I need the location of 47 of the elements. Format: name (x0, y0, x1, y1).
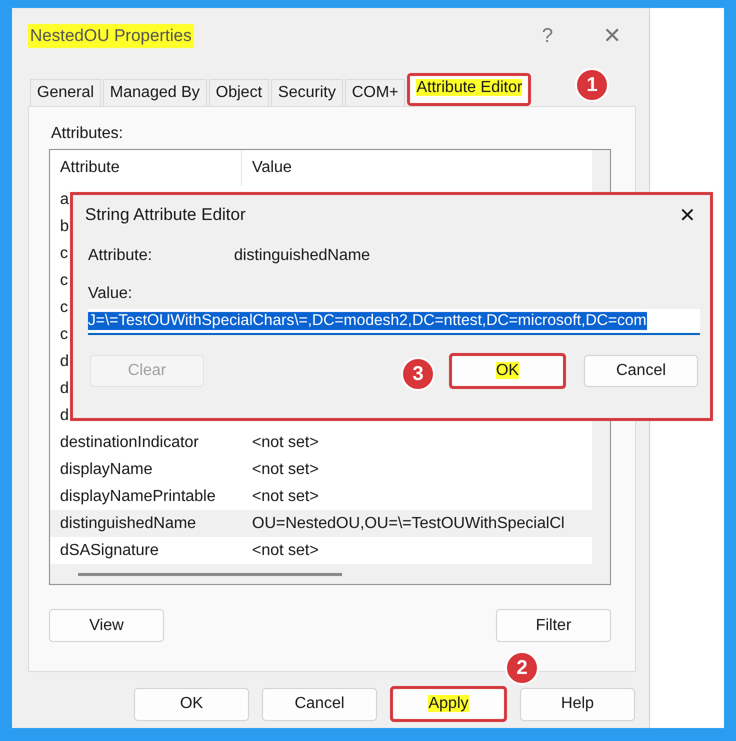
help-button[interactable]: ? (542, 24, 553, 48)
tab[interactable]: COM+ (344, 79, 406, 106)
list-row[interactable]: displayNamePrintable <not set> (50, 483, 592, 510)
tab[interactable]: General (30, 79, 101, 106)
close-button[interactable]: ✕ (679, 202, 696, 228)
attribute-name: distinguishedName (234, 247, 370, 265)
list-button[interactable]: Filter (496, 609, 611, 642)
attribute-name: d (60, 406, 69, 424)
tab[interactable]: Security (271, 79, 343, 106)
attribute-value: <not set> (252, 488, 319, 506)
attribute-name: b (60, 218, 69, 236)
close-button[interactable]: ✕ (603, 23, 621, 49)
list-row[interactable]: destinationIndicator <not set> (50, 429, 592, 456)
attribute-value: <not set> (252, 434, 319, 452)
dialog-button[interactable]: Cancel (262, 688, 377, 720)
attribute-name: distinguishedName (60, 514, 196, 532)
value-label: Value: (88, 285, 132, 303)
dialog-button[interactable]: Help (520, 688, 635, 720)
attribute-name: c (60, 272, 68, 290)
attribute-value: <not set> (252, 542, 319, 560)
attribute-value: <not set> (252, 460, 319, 478)
list-row[interactable]: displayName <not set> (50, 456, 592, 483)
list-button[interactable]: View (49, 609, 164, 642)
attribute-name: a (60, 190, 69, 208)
dialog-button[interactable]: OK (452, 356, 563, 386)
tab[interactable]: Managed By (102, 79, 207, 106)
attributes-label: Attributes: (51, 125, 124, 143)
window-title: NestedOU Properties (28, 24, 194, 48)
attribute-name: d (60, 380, 69, 398)
scrollbar-thumb[interactable] (78, 572, 342, 576)
attribute-name: destinationIndicator (60, 434, 199, 452)
attribute-name: displayName (60, 460, 152, 478)
attribute-name: displayNamePrintable (60, 488, 216, 506)
column-header[interactable]: Value (242, 150, 292, 186)
attribute-name: dSASignature (60, 542, 159, 560)
column-header[interactable]: Attribute (50, 150, 242, 186)
dialog-title: String Attribute Editor (85, 205, 246, 225)
dialog-button[interactable]: OK (134, 688, 249, 720)
attribute-value: OU=NestedOU,OU=\=TestOUWithSpecialCl (252, 514, 565, 532)
tab[interactable]: Attribute Editor (410, 76, 528, 103)
dialog-button[interactable]: Apply (393, 689, 504, 719)
dialog-button[interactable]: Cancel (584, 355, 698, 387)
list-row[interactable]: distinguishedName OU=NestedOU,OU=\=TestOUWithSpecialCl (50, 510, 592, 537)
tab[interactable]: Object (208, 79, 270, 106)
attribute-label: Attribute: (88, 247, 154, 265)
list-row[interactable]: dSASignature <not set> (50, 537, 592, 564)
value-field[interactable]: J=\=TestOUWithSpecialChars\=,DC=modesh2,DC=nttest,DC=microsoft,DC=com (88, 309, 700, 335)
